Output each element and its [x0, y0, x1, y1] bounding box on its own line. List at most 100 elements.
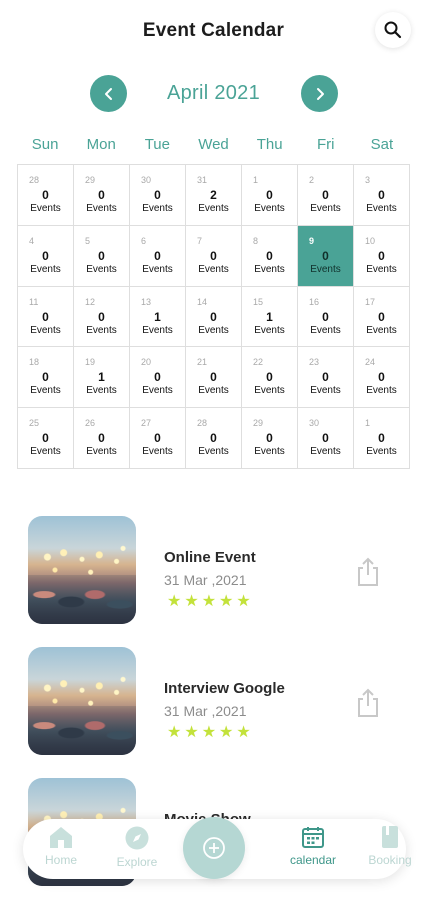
nav-booking[interactable]: Booking	[355, 825, 425, 867]
calendar-day[interactable]: 28 0 Events	[18, 165, 74, 226]
calendar-day[interactable]: 29 0 Events	[74, 165, 130, 226]
events-label: Events	[86, 385, 117, 397]
calendar-day[interactable]: 1 0 Events	[242, 165, 298, 226]
events-label: Events	[142, 446, 173, 458]
calendar-day[interactable]: 5 0 Events	[74, 225, 130, 287]
calendar-day[interactable]: 8 0 Events	[242, 225, 298, 287]
nav-home[interactable]: Home	[26, 825, 96, 867]
event-count: 0	[98, 309, 105, 324]
calendar-day[interactable]: 19 1 Events	[74, 347, 130, 409]
star-icon: ★	[236, 593, 251, 610]
event-count: 0	[322, 309, 329, 324]
nav-booking-label: Booking	[368, 853, 412, 867]
nav-explore[interactable]: Explore	[102, 825, 172, 869]
star-icon: ★	[201, 724, 217, 741]
calendar-day[interactable]: 10 0 Events	[354, 225, 410, 287]
calendar-day[interactable]: 30 0 Events	[298, 408, 354, 469]
calendar-day[interactable]: 11 0 Events	[18, 286, 74, 348]
day-number: 24	[365, 357, 376, 368]
calendar-day[interactable]: 2 0 Events	[298, 165, 354, 226]
calendar-day[interactable]: 22 0 Events	[242, 347, 298, 409]
event-count: 0	[210, 248, 217, 263]
day-number: 25	[29, 418, 40, 429]
calendar-day[interactable]: 12 0 Events	[74, 286, 130, 348]
events-label: Events	[198, 446, 229, 458]
events-label: Events	[142, 263, 173, 275]
calendar-day[interactable]: 14 0 Events	[186, 286, 242, 348]
day-number: 30	[141, 175, 152, 185]
weekday-label: Mon	[86, 136, 116, 153]
calendar-day[interactable]: 18 0 Events	[18, 347, 74, 409]
day-number: 21	[197, 357, 208, 368]
event-count: 0	[42, 370, 49, 385]
calendar-day[interactable]: 13 1 Events	[130, 286, 186, 348]
calendar-day[interactable]: 17 0 Events	[354, 286, 410, 348]
share-button[interactable]	[354, 556, 382, 588]
month-label: April 2021	[166, 82, 261, 104]
month-navigation: April 2021	[0, 75, 427, 113]
events-label: Events	[366, 324, 397, 336]
calendar-day[interactable]: 23 0 Events	[298, 347, 354, 409]
calendar-day[interactable]: 15 1 Events	[242, 286, 298, 348]
day-number: 2	[309, 175, 315, 185]
day-number: 29	[85, 175, 96, 185]
calendar-day[interactable]: 7 0 Events	[186, 225, 242, 287]
weekday-label: Wed	[198, 136, 229, 153]
calendar-day[interactable]: 20 0 Events	[130, 347, 186, 409]
calendar-day[interactable]: 24 0 Events	[354, 347, 410, 409]
event-title: Interview Google	[164, 680, 285, 697]
event-rating: ★ ★ ★ ★ ★	[167, 594, 251, 610]
calendar-day[interactable]: 29 0 Events	[242, 408, 298, 469]
events-label: Events	[30, 263, 61, 275]
search-icon	[384, 21, 402, 39]
calendar-day[interactable]: 30 0 Events	[130, 165, 186, 226]
star-icon: ★	[184, 593, 199, 610]
event-count: 0	[266, 431, 273, 446]
day-number: 1	[253, 175, 259, 185]
bottom-navigation: Home Explore calendar Booking	[23, 817, 412, 879]
event-count: 1	[266, 309, 273, 324]
weekday-label: Sun	[31, 136, 59, 153]
calendar-day[interactable]: 6 0 Events	[130, 225, 186, 287]
share-button[interactable]	[354, 687, 382, 719]
nav-calendar[interactable]: calendar	[278, 825, 348, 867]
day-number: 28	[197, 418, 208, 429]
calendar-day[interactable]: 3 0 Events	[354, 165, 410, 226]
events-label: Events	[254, 324, 285, 336]
calendar-day[interactable]: 26 0 Events	[74, 408, 130, 469]
day-number: 30	[309, 418, 320, 429]
calendar-day-selected[interactable]: 9 0 Events	[298, 225, 354, 287]
next-month-button[interactable]	[301, 75, 338, 112]
events-label: Events	[86, 446, 117, 458]
calendar-day[interactable]: 27 0 Events	[130, 408, 186, 469]
event-count: 0	[266, 188, 273, 202]
weekday-label: Tue	[144, 136, 170, 153]
events-label: Events	[198, 324, 229, 336]
day-number: 22	[253, 357, 264, 368]
calendar-day[interactable]: 1 0 Events	[354, 408, 410, 469]
event-count: 0	[42, 248, 49, 263]
calendar-day[interactable]: 25 0 Events	[18, 408, 74, 469]
day-number: 23	[309, 357, 320, 368]
add-event-button[interactable]	[183, 817, 245, 879]
events-label: Events	[366, 446, 397, 458]
calendar-day[interactable]: 21 0 Events	[186, 347, 242, 409]
event-card[interactable]: Interview Google 31 Mar ,2021 ★ ★ ★ ★ ★	[0, 647, 427, 757]
events-label: Events	[142, 203, 173, 214]
calendar-day[interactable]: 4 0 Events	[18, 225, 74, 287]
calendar-day[interactable]: 16 0 Events	[298, 286, 354, 348]
event-count: 0	[42, 431, 49, 446]
event-count: 0	[322, 248, 329, 263]
weekday-header: Sun Mon Tue Wed Thu Fri Sat	[17, 136, 410, 153]
calendar-day[interactable]: 28 0 Events	[186, 408, 242, 469]
day-number: 28	[29, 175, 40, 185]
event-count: 0	[154, 248, 161, 263]
event-card[interactable]: Online Event 31 Mar ,2021 ★ ★ ★ ★ ★	[0, 516, 427, 626]
search-button[interactable]	[375, 12, 411, 48]
day-number: 6	[141, 235, 147, 246]
page-title: Event Calendar	[142, 20, 285, 41]
event-count: 0	[210, 431, 217, 446]
star-icon: ★	[201, 593, 217, 610]
events-label: Events	[142, 385, 173, 397]
calendar-day[interactable]: 31 2 Events	[186, 165, 242, 226]
